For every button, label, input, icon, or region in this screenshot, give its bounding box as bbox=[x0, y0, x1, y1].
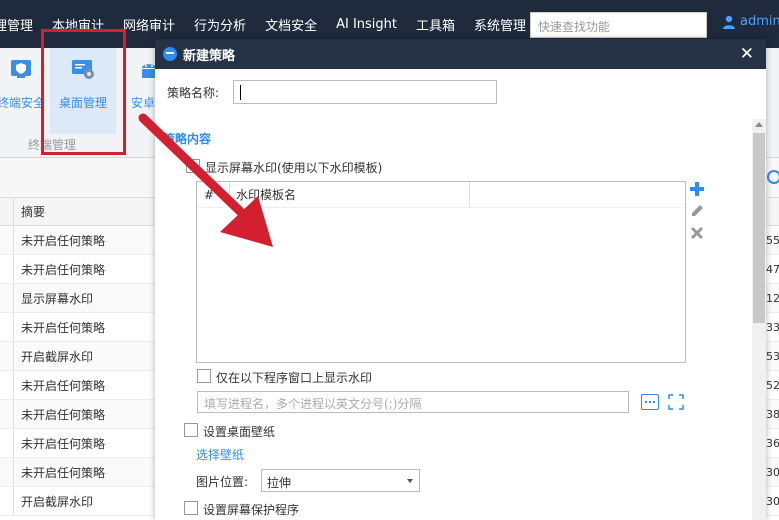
image-position-value: 拉伸 bbox=[267, 476, 292, 490]
app-logo-icon bbox=[163, 47, 177, 61]
screensaver-checkbox[interactable] bbox=[184, 501, 198, 515]
user-menu[interactable]: admin bbox=[722, 14, 779, 29]
refresh-icon[interactable] bbox=[766, 169, 779, 185]
row-summary: 开启截屏水印 bbox=[21, 349, 94, 364]
row-summary: 开启截屏水印 bbox=[21, 494, 94, 509]
chevron-down-icon bbox=[407, 479, 413, 483]
row-summary: 未开启任何策略 bbox=[21, 320, 106, 335]
row-summary: 显示屏幕水印 bbox=[21, 291, 94, 306]
menu-item[interactable]: 工具箱 bbox=[416, 15, 455, 34]
watermark-template-table[interactable]: # 水印模板名 bbox=[196, 181, 686, 363]
user-icon bbox=[723, 15, 735, 29]
row-number: 55 bbox=[766, 233, 779, 247]
scroll-up-arrow-icon[interactable] bbox=[755, 122, 763, 127]
menu-item[interactable]: 文档安全 bbox=[265, 15, 317, 34]
policy-name-input[interactable] bbox=[233, 80, 497, 104]
process-name-input[interactable]: 填写进程名，多个进程以英文分号(;)分隔 bbox=[197, 391, 629, 413]
menu-item[interactable]: 系统管理 bbox=[474, 15, 526, 34]
more-options-button[interactable] bbox=[641, 394, 659, 410]
shield-icon bbox=[11, 60, 31, 78]
row-number: 30 bbox=[766, 494, 779, 508]
menu-item[interactable]: 网络审计 bbox=[123, 15, 175, 34]
delete-icon[interactable] bbox=[689, 225, 705, 241]
add-icon[interactable] bbox=[689, 181, 705, 197]
close-icon[interactable]: ✕ bbox=[740, 44, 754, 64]
only-program-checkbox-label: 仅在以下程序窗口上显示水印 bbox=[216, 371, 373, 385]
dialog-titlebar: 新建策略 ✕ bbox=[155, 39, 766, 69]
row-number: 30 bbox=[766, 465, 779, 479]
image-position-label: 图片位置: bbox=[196, 475, 249, 489]
template-actions bbox=[689, 181, 705, 247]
menu-item[interactable]: 行为分析 bbox=[194, 15, 246, 34]
watermark-checkbox-label: 显示屏幕水印(使用以下水印模板) bbox=[205, 161, 383, 175]
row-summary: 未开启任何策略 bbox=[21, 465, 106, 480]
column-number: # bbox=[197, 182, 230, 207]
row-summary: 未开启任何策略 bbox=[21, 378, 106, 393]
row-number: 38 bbox=[766, 407, 779, 421]
wallpaper-checkbox[interactable] bbox=[184, 423, 198, 437]
section-title-policy-content: 策略内容 bbox=[163, 132, 212, 146]
dialog-scrollbar[interactable] bbox=[752, 119, 766, 520]
screensaver-checkbox-label: 设置屏幕保护程序 bbox=[203, 503, 300, 517]
expand-icon[interactable] bbox=[668, 394, 684, 410]
row-number: 47 bbox=[766, 262, 779, 276]
choose-wallpaper-link[interactable]: 选择壁纸 bbox=[196, 446, 244, 463]
row-summary: 未开启任何策略 bbox=[21, 262, 106, 277]
menu-item[interactable]: AI Insight bbox=[336, 17, 397, 32]
row-summary: 未开启任何策略 bbox=[21, 407, 106, 422]
image-position-select[interactable]: 拉伸 bbox=[261, 469, 420, 492]
username: admin bbox=[740, 14, 779, 29]
edit-icon[interactable] bbox=[689, 203, 705, 219]
row-summary: 未开启任何策略 bbox=[21, 233, 106, 248]
row-number: 52 bbox=[766, 378, 779, 392]
row-number: 12 bbox=[766, 291, 779, 305]
scrollbar-thumb[interactable] bbox=[753, 133, 765, 323]
dialog-title: 新建策略 bbox=[183, 48, 236, 64]
row-summary: 未开启任何策略 bbox=[21, 436, 106, 451]
template-table-header: # 水印模板名 bbox=[197, 182, 685, 208]
annotation-highlight-box bbox=[41, 29, 126, 155]
row-number: 33 bbox=[766, 320, 779, 334]
watermark-checkbox[interactable] bbox=[186, 159, 200, 173]
row-number: 53 bbox=[766, 349, 779, 363]
wallpaper-checkbox-label: 设置桌面壁纸 bbox=[203, 425, 276, 439]
quick-search-input[interactable]: 快速查找功能 bbox=[530, 12, 707, 38]
only-program-checkbox[interactable] bbox=[197, 369, 211, 383]
new-policy-dialog: 新建策略 ✕ 策略名称: 策略内容 显示屏幕水印(使用以下水印模板) # 水印模… bbox=[155, 39, 766, 520]
menu-item[interactable]: 理管理 bbox=[0, 15, 33, 34]
row-number: 36 bbox=[766, 436, 779, 450]
policy-name-label: 策略名称: bbox=[167, 86, 220, 100]
column-template-name: 水印模板名 bbox=[230, 182, 470, 207]
column-summary[interactable]: 摘要 bbox=[14, 203, 45, 220]
